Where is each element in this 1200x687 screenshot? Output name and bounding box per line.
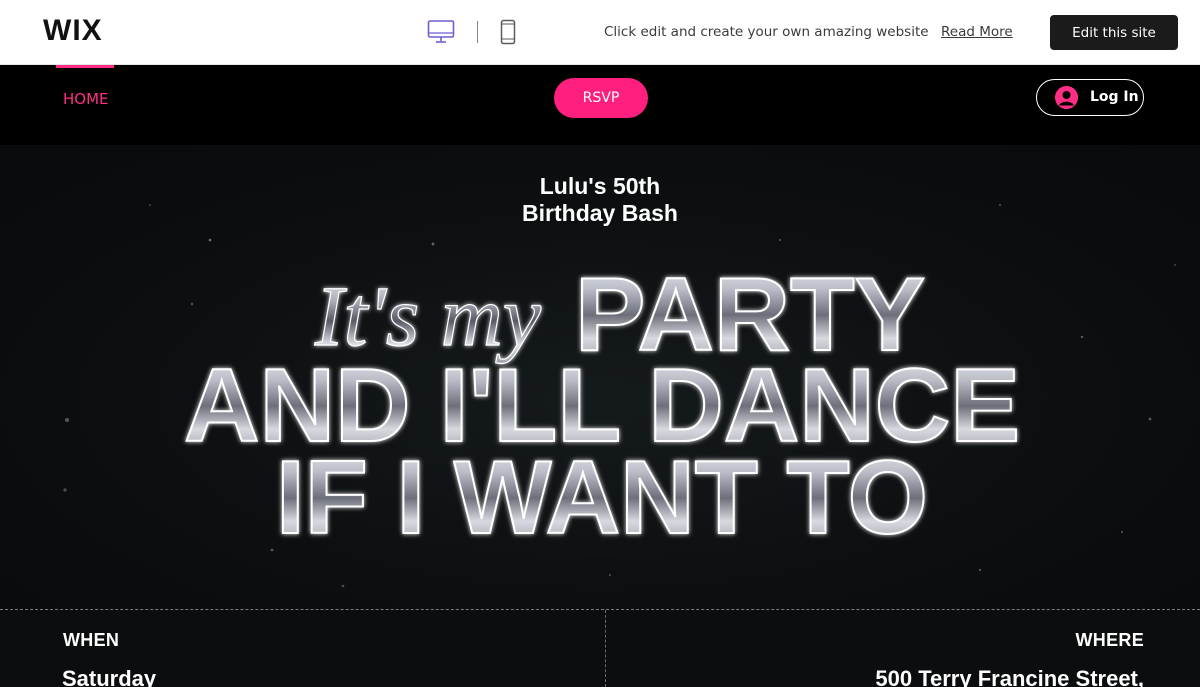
read-more-link[interactable]: Read More	[941, 24, 1013, 40]
device-divider	[477, 21, 478, 43]
when-label: WHEN	[63, 630, 120, 650]
where-value: 500 Terry Francine Street,	[875, 666, 1144, 687]
rsvp-button[interactable]: RSVP	[554, 78, 648, 118]
when-value: Saturday	[62, 666, 157, 687]
login-button[interactable]: Log In	[1036, 79, 1144, 116]
hero-headline-art: It's my PARTY AND I'LL DANCE IF I WANT T…	[183, 256, 1021, 557]
wix-top-bar: WIX Click edit and create your own amazi…	[0, 0, 1200, 65]
mobile-phone-icon[interactable]	[500, 19, 516, 45]
desktop-monitor-icon[interactable]	[427, 19, 455, 45]
where-label: WHERE	[1075, 630, 1144, 650]
wix-logo[interactable]: WIX	[43, 14, 103, 48]
promo-text: Click edit and create your own amazing w…	[604, 24, 929, 40]
hero-section: Lulu's 50th Birthday Bash It's my PARTY …	[0, 145, 1200, 610]
event-details: WHEN Saturday WHERE 500 Terry Francine S…	[0, 610, 1200, 687]
nav-item-home[interactable]: HOME	[63, 90, 109, 108]
user-avatar-icon	[1055, 86, 1078, 109]
hero-line-want: IF I WANT TO	[276, 440, 928, 556]
login-label: Log In	[1090, 89, 1139, 105]
nav-active-indicator	[56, 65, 114, 68]
site-navigation: HOME RSVP Log In	[0, 65, 1200, 145]
edit-this-site-button[interactable]: Edit this site	[1050, 15, 1178, 50]
details-column-divider	[605, 610, 606, 687]
